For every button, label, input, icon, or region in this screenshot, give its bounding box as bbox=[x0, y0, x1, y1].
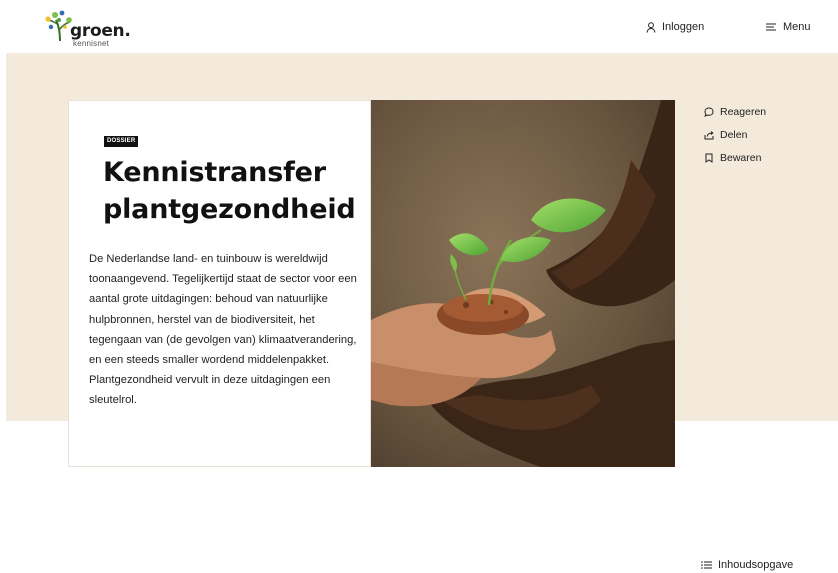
groen-kennisnet-logo[interactable]: groen. kennisnet bbox=[44, 8, 134, 48]
toc-label: Inhoudsopgave bbox=[718, 559, 794, 571]
hero-image bbox=[371, 100, 675, 467]
page-title: Kennistransfer plantgezondheid bbox=[103, 157, 356, 225]
save-label: Bewaren bbox=[720, 151, 762, 164]
hamburger-icon bbox=[766, 23, 776, 31]
react-label: Reageren bbox=[720, 105, 767, 118]
menu-button[interactable]: Menu bbox=[766, 21, 811, 33]
hands-seedling-illustration bbox=[371, 100, 675, 467]
menu-label: Menu bbox=[783, 21, 811, 33]
login-link[interactable]: Inloggen bbox=[646, 21, 704, 33]
hero-card: DOSSIER Kennistransfer plantgezondheid D… bbox=[68, 100, 371, 467]
logo-subtitle: kennisnet bbox=[73, 39, 110, 48]
share-icon bbox=[704, 130, 714, 139]
intro-text: De Nederlandse land- en tuinbouw is were… bbox=[89, 253, 357, 407]
dossier-badge: DOSSIER bbox=[104, 136, 139, 147]
article-actions: Reageren Delen Bewaren bbox=[704, 100, 766, 169]
login-label: Inloggen bbox=[662, 21, 705, 33]
share-label: Delen bbox=[720, 128, 748, 141]
list-icon bbox=[701, 561, 712, 569]
logo-wordmark: groen. bbox=[70, 21, 131, 41]
bookmark-icon bbox=[705, 153, 713, 163]
react-button[interactable]: Reageren bbox=[704, 100, 766, 123]
table-of-contents-button[interactable]: Inhoudsopgave bbox=[701, 559, 793, 571]
chat-bubble-icon bbox=[704, 106, 714, 117]
site-header: groen. kennisnet Inloggen Menu bbox=[0, 0, 838, 53]
user-icon bbox=[646, 21, 656, 33]
save-button[interactable]: Bewaren bbox=[704, 146, 766, 169]
share-button[interactable]: Delen bbox=[704, 123, 766, 146]
